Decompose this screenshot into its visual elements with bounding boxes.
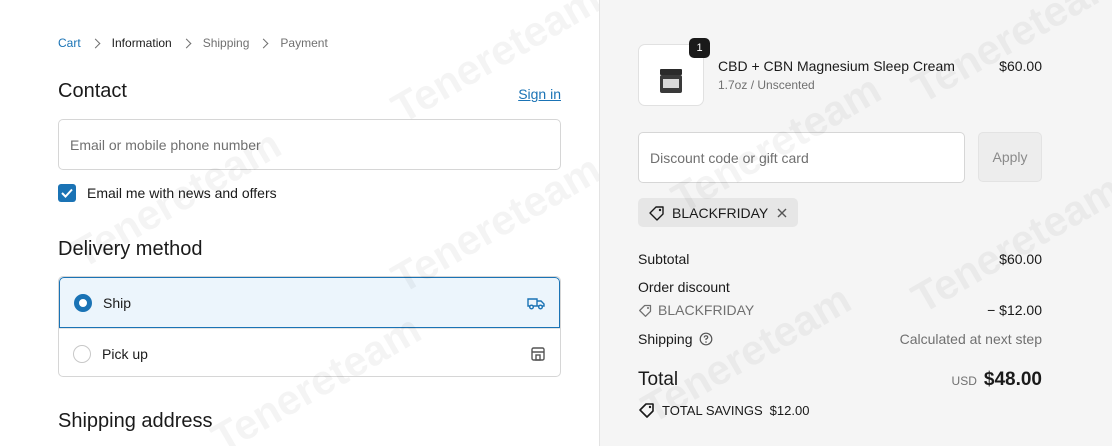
product-variant: 1.7oz / Unscented bbox=[718, 78, 815, 92]
product-name: CBD + CBN Magnesium Sleep Cream bbox=[718, 58, 955, 74]
discount-value: − $12.00 bbox=[987, 302, 1042, 318]
watermark: Tenereteam bbox=[384, 0, 609, 133]
chevron-right-icon bbox=[90, 38, 101, 48]
breadcrumb: Cart Information Shipping Payment bbox=[58, 36, 328, 50]
email-field-wrapper bbox=[58, 119, 561, 170]
order-summary: 1 CBD + CBN Magnesium Sleep Cream 1.7oz … bbox=[599, 0, 1112, 446]
subtotal-label: Subtotal bbox=[638, 251, 690, 267]
discount-code-row: BLACKFRIDAY − $12.00 bbox=[638, 302, 1042, 318]
watermark: Tenereteam bbox=[904, 0, 1112, 113]
applied-discount-code: BLACKFRIDAY bbox=[672, 204, 769, 221]
radio-ship[interactable] bbox=[74, 293, 92, 312]
chevron-right-icon bbox=[181, 38, 192, 48]
delivery-option-label: Pick up bbox=[102, 345, 148, 362]
delivery-option-pickup[interactable]: Pick up bbox=[59, 328, 560, 376]
order-discount-row: Order discount bbox=[638, 279, 1042, 295]
delivery-option-ship[interactable]: Ship bbox=[59, 277, 560, 328]
shipping-value: Calculated at next step bbox=[899, 331, 1042, 347]
tag-icon bbox=[649, 205, 664, 221]
breadcrumb-payment: Payment bbox=[280, 36, 328, 50]
sign-in-link[interactable]: Sign in bbox=[518, 86, 561, 102]
checkout-form: Cart Information Shipping Payment Contac… bbox=[0, 0, 609, 446]
store-icon bbox=[530, 346, 546, 362]
shipping-label-group: Shipping bbox=[638, 331, 713, 347]
watermark: Tenereteam bbox=[904, 165, 1112, 323]
breadcrumb-shipping: Shipping bbox=[202, 36, 250, 50]
truck-icon bbox=[527, 296, 545, 310]
applied-discount-chip: BLACKFRIDAY bbox=[638, 198, 799, 227]
delivery-options: Ship Pick up bbox=[58, 276, 561, 377]
discount-field-wrapper bbox=[638, 132, 965, 183]
breadcrumb-information: Information bbox=[111, 36, 172, 50]
chevron-right-icon bbox=[258, 38, 269, 48]
newsletter-label: Email me with news and offers bbox=[87, 185, 277, 201]
shipping-label: Shipping bbox=[638, 331, 693, 347]
total-amount: USD $48.00 bbox=[952, 369, 1042, 391]
help-icon[interactable] bbox=[699, 332, 713, 346]
subtotal-value: $60.00 bbox=[999, 251, 1042, 267]
discount-field[interactable] bbox=[650, 149, 964, 166]
savings-label: TOTAL SAVINGS bbox=[662, 402, 763, 418]
shipping-address-heading: Shipping address bbox=[58, 410, 213, 432]
newsletter-checkbox[interactable] bbox=[58, 184, 76, 202]
order-discount-label: Order discount bbox=[638, 279, 730, 295]
total-currency: USD bbox=[951, 374, 977, 388]
total-label: Total bbox=[638, 369, 679, 390]
close-icon bbox=[777, 208, 787, 217]
email-field[interactable] bbox=[70, 136, 560, 153]
subtotal-row: Subtotal $60.00 bbox=[638, 251, 1042, 267]
delivery-option-label: Ship bbox=[103, 294, 132, 311]
apply-button[interactable]: Apply bbox=[978, 132, 1042, 182]
quantity-badge: 1 bbox=[689, 38, 710, 58]
newsletter-option: Email me with news and offers bbox=[58, 184, 277, 202]
breadcrumb-cart[interactable]: Cart bbox=[58, 36, 81, 50]
tag-icon bbox=[639, 304, 652, 317]
product-price: $60.00 bbox=[999, 58, 1042, 74]
contact-heading: Contact bbox=[58, 80, 127, 102]
shipping-row: Shipping Calculated at next step bbox=[638, 331, 1042, 347]
remove-discount-button[interactable] bbox=[776, 207, 788, 219]
radio-pickup[interactable] bbox=[73, 344, 91, 363]
check-icon bbox=[61, 188, 73, 198]
savings-value: $12.00 bbox=[769, 402, 810, 418]
delivery-heading: Delivery method bbox=[58, 238, 203, 260]
savings-tag-icon bbox=[639, 403, 654, 418]
total-row: Total USD $48.00 bbox=[638, 369, 1042, 391]
discount-code-label: BLACKFRIDAY bbox=[658, 302, 755, 318]
savings-row: TOTAL SAVINGS $12.00 bbox=[638, 401, 1042, 419]
discount-code-line: BLACKFRIDAY bbox=[638, 302, 754, 318]
total-value: $48.00 bbox=[983, 369, 1042, 390]
